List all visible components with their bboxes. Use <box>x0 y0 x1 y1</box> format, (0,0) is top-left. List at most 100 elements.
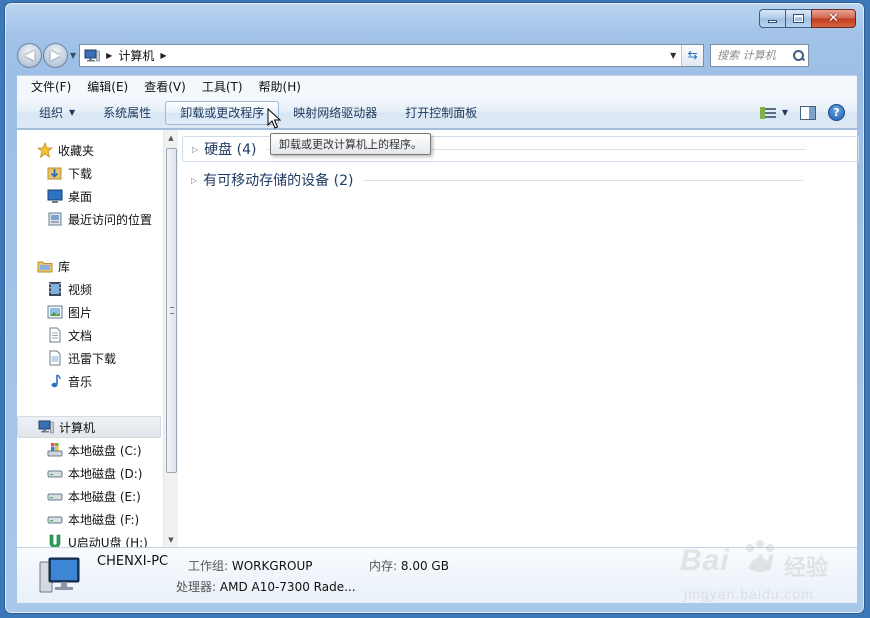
sidebar-item-libraries[interactable]: 库 <box>17 255 161 277</box>
menu-view[interactable]: 查看(V) <box>136 78 194 95</box>
sidebar-item-drive-f[interactable]: 本地磁盘 (F:) <box>17 508 161 530</box>
computer-icon <box>38 420 54 434</box>
sidebar-item-downloads[interactable]: 下载 <box>17 162 161 184</box>
change-view-button[interactable]: ▼ <box>759 106 788 120</box>
search-placeholder: 搜索 计算机 <box>717 49 776 62</box>
watermark-cn: 经验 <box>784 556 829 581</box>
navigation-scrollbar[interactable]: ▲ ▼ <box>163 130 178 547</box>
star-icon <box>37 142 53 158</box>
hard-drive-icon <box>47 516 63 524</box>
sidebar-item-label: 迅雷下载 <box>68 351 117 366</box>
sidebar-item-computer[interactable]: 计算机 <box>17 416 161 438</box>
sidebar-item-desktop[interactable]: 桌面 <box>17 185 161 207</box>
expand-triangle-icon[interactable]: ▷ <box>191 176 197 185</box>
computer-name: CHENXI-PC <box>97 554 169 569</box>
maximize-button[interactable] <box>785 9 811 28</box>
paw-icon <box>746 540 774 572</box>
sidebar-item-label: 计算机 <box>59 420 96 435</box>
uninstall-program-button[interactable]: 卸载或更改程序 <box>165 100 280 125</box>
sidebar-item-label: 音乐 <box>68 374 93 389</box>
cpu-row: 处理器: AMD A10-7300 Rade... <box>176 578 356 595</box>
menu-file[interactable]: 文件(F) <box>23 78 79 95</box>
sidebar-item-favorites[interactable]: 收藏夹 <box>17 139 161 161</box>
back-button[interactable]: ◀ <box>17 42 42 68</box>
downloads-folder-icon <box>47 167 62 180</box>
open-control-panel-button[interactable]: 打开控制面板 <box>391 101 491 125</box>
forward-button[interactable]: ▶ <box>43 42 68 68</box>
hard-drive-icon <box>47 493 63 501</box>
group-title: 有可移动存储的设备 (2) <box>203 173 354 189</box>
system-drive-icon <box>47 443 63 457</box>
sidebar-item-label: 收藏夹 <box>58 143 95 158</box>
group-divider <box>363 179 804 181</box>
sidebar-item-label: 本地磁盘 (D:) <box>68 466 143 481</box>
video-library-icon <box>49 282 61 296</box>
navigation-bar: ◀ ▶ ▼ ▶ 计算机 ▶ ▼ ⇆ 搜索 计算机 <box>17 41 856 69</box>
sidebar-item-label: 桌面 <box>68 189 93 204</box>
pictures-library-icon <box>47 305 63 319</box>
breadcrumb-computer[interactable]: 计算机 <box>118 47 154 64</box>
system-properties-button[interactable]: 系统属性 <box>89 101 165 125</box>
sidebar-item-label: U启动U盘 (H:) <box>68 535 148 548</box>
workgroup-label: 工作组: <box>188 559 229 573</box>
chevron-down-icon: ▼ <box>69 108 76 117</box>
sidebar-item-drive-e[interactable]: 本地磁盘 (E:) <box>17 485 161 507</box>
views-icon <box>759 106 776 120</box>
address-dropdown-icon[interactable]: ▼ <box>665 45 681 66</box>
scroll-down-icon[interactable]: ▼ <box>164 532 178 547</box>
sidebar-item-label: 本地磁盘 (F:) <box>68 512 140 527</box>
help-icon[interactable]: ? <box>828 104 845 121</box>
scroll-thumb[interactable] <box>166 148 177 473</box>
thunder-downloads-icon <box>49 350 61 366</box>
search-input[interactable]: 搜索 计算机 <box>710 43 810 67</box>
breadcrumb-separator-icon[interactable]: ▶ <box>160 51 166 60</box>
libraries-folder-icon <box>37 261 53 273</box>
mouse-cursor-icon <box>267 108 281 129</box>
expand-triangle-icon[interactable]: ▷ <box>192 145 198 154</box>
close-button[interactable]: ✕ <box>811 9 856 28</box>
command-bar: 组织 ▼ 系统属性 卸载或更改程序 映射网络驱动器 打开控制面板 ▼ ? <box>17 97 857 129</box>
minimize-button[interactable] <box>759 9 785 28</box>
sidebar-item-videos[interactable]: 视频 <box>17 278 161 300</box>
sidebar-item-drive-c[interactable]: 本地磁盘 (C:) <box>17 439 161 461</box>
watermark-url: jingyan.baidu.com <box>684 586 814 602</box>
desktop-icon <box>47 189 63 203</box>
sidebar-item-label: 最近访问的位置 <box>68 212 153 227</box>
memory-row: 内存: 8.00 GB <box>369 557 449 574</box>
explorer-window: ✕ ◀ ▶ ▼ ▶ 计算机 ▶ ▼ ⇆ 搜索 计算机 文件(F) 编辑(E) 查… <box>4 2 865 614</box>
refresh-button[interactable]: ⇆ <box>681 44 704 66</box>
grip-icon <box>170 307 174 314</box>
address-bar[interactable]: ▶ 计算机 ▶ ▼ ⇆ <box>79 43 705 67</box>
memory-label: 内存: <box>369 559 398 573</box>
preview-pane-icon[interactable] <box>800 105 816 120</box>
search-icon[interactable] <box>793 49 805 61</box>
sidebar-item-thunder-downloads[interactable]: 迅雷下载 <box>17 347 161 369</box>
computer-icon <box>84 49 100 61</box>
organize-button[interactable]: 组织 ▼ <box>25 101 89 125</box>
breadcrumb-separator-icon[interactable]: ▶ <box>106 51 112 60</box>
close-icon: ✕ <box>828 11 839 26</box>
recent-places-icon <box>48 212 62 226</box>
file-list: ▷ 硬盘 (4) ▷ 有可移动存储的设备 (2) <box>179 130 859 547</box>
sidebar-item-recent-places[interactable]: 最近访问的位置 <box>17 208 161 230</box>
maximize-icon <box>793 14 804 23</box>
recent-pages-dropdown-icon[interactable]: ▼ <box>70 51 76 60</box>
menu-tools[interactable]: 工具(T) <box>194 78 251 95</box>
scroll-up-icon[interactable]: ▲ <box>164 130 178 145</box>
menu-help[interactable]: 帮助(H) <box>251 78 309 95</box>
sidebar-item-usb-drive-h[interactable]: U启动U盘 (H:) <box>17 531 161 547</box>
sidebar-item-pictures[interactable]: 图片 <box>17 301 161 323</box>
group-removable-devices[interactable]: ▷ 有可移动存储的设备 (2) <box>182 167 859 193</box>
explorer-content: 收藏夹 下载 桌面 最近访问的位置 库 视频 图片 文档 迅雷下载 音乐 计算机… <box>17 130 859 547</box>
sidebar-item-documents[interactable]: 文档 <box>17 324 161 346</box>
back-arrow-icon: ◀ <box>24 47 35 63</box>
usb-drive-icon <box>49 534 61 547</box>
menu-edit[interactable]: 编辑(E) <box>79 78 136 95</box>
baidu-watermark: Baiu 经验 jingyan.baidu.com <box>680 538 850 608</box>
chevron-down-icon: ▼ <box>781 108 788 117</box>
sidebar-item-music[interactable]: 音乐 <box>17 370 161 392</box>
group-title: 硬盘 (4) <box>204 142 257 158</box>
map-network-drive-button[interactable]: 映射网络驱动器 <box>279 101 391 125</box>
hard-drive-icon <box>47 470 63 478</box>
sidebar-item-drive-d[interactable]: 本地磁盘 (D:) <box>17 462 161 484</box>
